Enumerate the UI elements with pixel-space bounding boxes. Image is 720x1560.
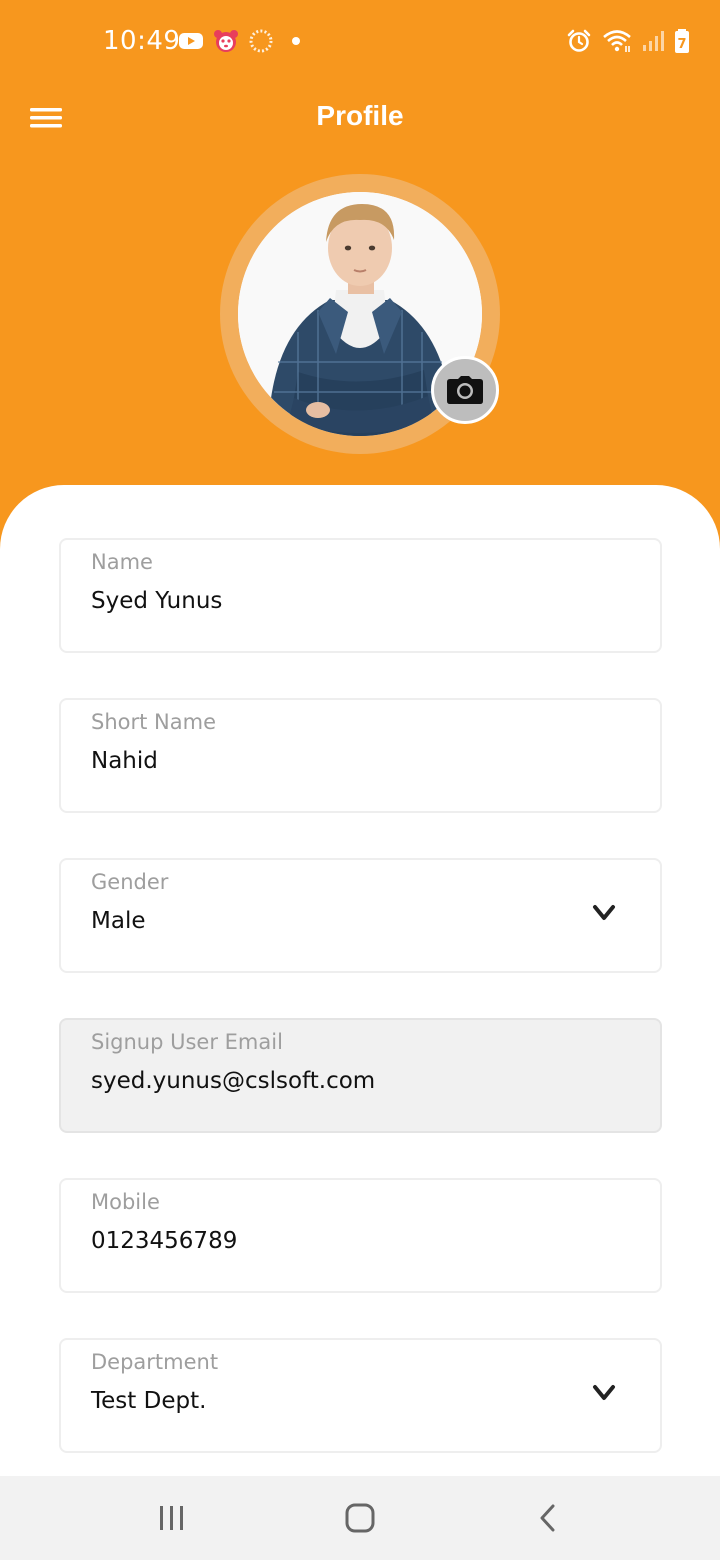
page-title: Profile: [316, 100, 404, 131]
battery-icon: 7: [675, 29, 689, 53]
back-button[interactable]: [526, 1498, 570, 1538]
recent-apps-button[interactable]: [150, 1498, 194, 1538]
department-dropdown[interactable]: Department Test Dept.: [59, 1338, 662, 1453]
youtube-icon: [179, 33, 203, 49]
panda-icon: [214, 30, 238, 52]
wifi-icon: [603, 30, 631, 52]
back-icon: [540, 1504, 555, 1532]
avatar-ring: [220, 174, 500, 454]
name-input[interactable]: Syed Yunus: [91, 588, 591, 614]
change-photo-button[interactable]: [431, 356, 499, 424]
loading-icon: [249, 29, 273, 53]
chevron-down-icon[interactable]: [592, 1384, 616, 1402]
home-icon: [345, 1503, 375, 1533]
battery-level: 7: [677, 37, 686, 52]
mobile-label: Mobile: [91, 1190, 160, 1214]
status-time: 10:49: [103, 26, 181, 56]
gender-dropdown[interactable]: Gender Male: [59, 858, 662, 973]
short-name-field[interactable]: Short Name Nahid: [59, 698, 662, 813]
email-label: Signup User Email: [91, 1030, 283, 1054]
signal-icon: [643, 31, 664, 51]
recent-apps-icon: [160, 1506, 183, 1530]
mobile-input[interactable]: 0123456789: [91, 1228, 591, 1254]
status-right-icons: 7: [566, 28, 690, 54]
app-bar: Profile: [0, 84, 720, 150]
status-left-icons: [178, 28, 303, 54]
mobile-field[interactable]: Mobile 0123456789: [59, 1178, 662, 1293]
email-value: syed.yunus@cslsoft.com: [91, 1068, 376, 1094]
profile-form-card: Name Syed Yunus Short Name Nahid Gender …: [0, 485, 720, 1560]
department-selected-value[interactable]: Test Dept.: [91, 1388, 591, 1414]
home-button[interactable]: [338, 1498, 382, 1538]
short-name-label: Short Name: [91, 710, 216, 734]
status-bar: 10:49 7: [0, 0, 720, 84]
chevron-down-icon[interactable]: [592, 904, 616, 922]
name-label: Name: [91, 550, 153, 574]
system-nav-bar: [0, 1476, 720, 1560]
dot-icon: [292, 37, 300, 45]
email-field: Signup User Email syed.yunus@cslsoft.com: [59, 1018, 662, 1133]
department-label: Department: [91, 1350, 219, 1374]
gender-selected-value[interactable]: Male: [91, 908, 591, 934]
name-field[interactable]: Name Syed Yunus: [59, 538, 662, 653]
short-name-input[interactable]: Nahid: [91, 748, 591, 774]
gender-label: Gender: [91, 870, 169, 894]
alarm-icon: [567, 29, 591, 52]
camera-icon: [447, 376, 483, 404]
